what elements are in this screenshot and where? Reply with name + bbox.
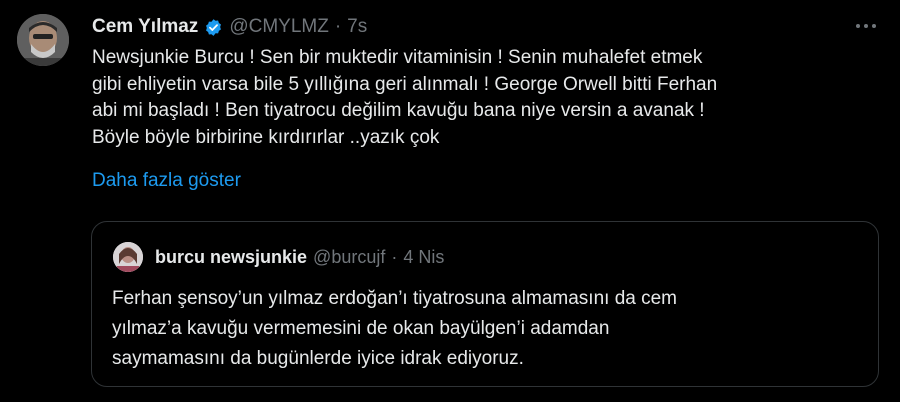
quoted-tweet-header: burcu newsjunkie @burcujf · 4 Nis [155, 242, 444, 272]
quoted-tweet[interactable]: burcu newsjunkie @burcujf · 4 Nis Ferhan… [91, 221, 879, 387]
quoted-author-name: burcu newsjunkie [155, 246, 308, 267]
quoted-tweet-timestamp: 4 Nis [403, 246, 445, 267]
quoted-text-line: Ferhan şensoy’un yılmaz erdoğan’ı tiyatr… [112, 288, 677, 309]
tweet-text: Newsjunkie Burcu ! Sen bir muktedir vita… [92, 45, 882, 151]
quoted-text-line: yılmaz’a kavuğu vermemesini de okan bayü… [112, 318, 610, 339]
quoted-text-line: saymamasını da bugünlerde iyice idrak ed… [112, 348, 524, 369]
tweet-text-line: Böyle böyle birbirine kırdırırlar ..yazı… [92, 126, 440, 148]
quoted-tweet-text: Ferhan şensoy’un yılmaz erdoğan’ı tiyatr… [112, 284, 862, 374]
separator-dot: · [334, 16, 342, 37]
quoted-author-avatar [113, 242, 143, 272]
tweet-timestamp[interactable]: 7s [347, 16, 367, 38]
tweet-header: Cem Yılmaz @CMYLMZ · 7s [92, 13, 367, 41]
author-name[interactable]: Cem Yılmaz [92, 16, 198, 38]
tweet-text-line: Newsjunkie Burcu ! Sen bir muktedir vita… [92, 47, 703, 68]
author-handle[interactable]: @CMYLMZ [229, 16, 329, 38]
author-avatar[interactable] [17, 14, 69, 66]
tweet-text-line: gibi ehliyetin varsa bile 5 yıllığına ge… [92, 73, 718, 95]
show-more-link[interactable]: Daha fazla göster [92, 170, 241, 192]
more-options-icon[interactable] [850, 14, 882, 38]
tweet-text-line: abi mi başladı ! Ben tiyatrocu değilim k… [92, 100, 705, 121]
quoted-author-handle: @burcujf [313, 246, 386, 267]
verified-badge-icon [204, 18, 223, 37]
separator-dot: · [391, 246, 398, 267]
